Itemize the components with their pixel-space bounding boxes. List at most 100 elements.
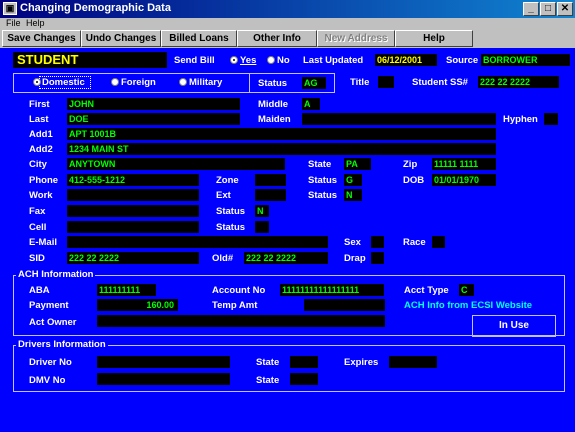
drivers-group [13, 345, 565, 392]
temp-amt-field[interactable] [304, 299, 385, 311]
add2-label: Add2 [29, 144, 53, 155]
fax-status-field[interactable]: N [255, 205, 269, 217]
address2-field[interactable]: 1234 MAIN ST [67, 143, 496, 155]
title-label: Title [350, 77, 370, 88]
temp-amt-label: Temp Amt [212, 300, 258, 311]
menu-help[interactable]: Help [26, 18, 45, 28]
cell-status-field[interactable] [255, 221, 269, 233]
city-field[interactable]: ANYTOWN [67, 158, 285, 170]
account-field[interactable]: 11111111111111111 [280, 284, 384, 296]
first-name-field[interactable]: JOHN [67, 98, 240, 110]
undo-changes-button[interactable]: Undo Changes [81, 30, 161, 47]
add1-label: Add1 [29, 129, 53, 140]
phone-status-field[interactable]: G [344, 174, 362, 186]
fax-field[interactable] [67, 205, 199, 217]
first-label: First [29, 99, 50, 110]
dmv-no-label: DMV No [29, 375, 66, 386]
save-changes-button[interactable]: Save Changes [2, 30, 81, 47]
expires-field[interactable] [389, 356, 437, 368]
phone-field[interactable]: 412-555-1212 [67, 174, 199, 186]
payment-field[interactable]: 160.00 [97, 299, 178, 311]
ach-ecsi-link[interactable]: ACH Info from ECSI Website [404, 300, 532, 311]
act-owner-label: Act Owner [29, 317, 77, 328]
ext-field[interactable] [255, 189, 286, 201]
driver-no-label: Driver No [29, 357, 72, 368]
in-use-indicator: In Use [472, 315, 556, 337]
new-address-button: New Address [317, 30, 395, 47]
city-label: City [29, 159, 47, 170]
work-phone-field[interactable] [67, 189, 199, 201]
middle-label: Middle [258, 99, 289, 110]
driver-no-field[interactable] [97, 356, 230, 368]
sid-label: SID [29, 253, 45, 264]
fax-status-label: Status [216, 206, 246, 217]
work-status-field[interactable]: N [344, 189, 362, 201]
drivers-title: Drivers Information [16, 339, 108, 350]
driver-state-field[interactable] [290, 356, 318, 368]
zone-label: Zone [216, 175, 239, 186]
dmv-state-label: State [256, 375, 280, 386]
dmv-state-field[interactable] [290, 373, 318, 385]
old-label: Old# [212, 253, 234, 264]
middle-field[interactable]: A [302, 98, 320, 110]
billed-loans-button[interactable]: Billed Loans [161, 30, 237, 47]
send-bill-yes-radio[interactable] [230, 56, 238, 64]
maiden-field[interactable] [302, 113, 496, 125]
help-button[interactable]: Help [395, 30, 473, 47]
zip-field[interactable]: 11111 1111 [432, 158, 496, 170]
dmv-no-field[interactable] [97, 373, 230, 385]
email-label: E-Mail [29, 237, 57, 248]
status-label: Status [258, 78, 288, 89]
dob-label: DOB [403, 175, 425, 186]
domestic-radio[interactable] [33, 78, 41, 86]
domestic-label[interactable]: Domestic [42, 77, 85, 88]
send-bill-yes-label[interactable]: Yes [240, 55, 256, 66]
old-field[interactable]: 222 22 2222 [244, 252, 328, 264]
aba-field[interactable]: 111111111 [97, 284, 156, 296]
ssn-field[interactable]: 222 22 2222 [478, 76, 559, 88]
cell-field[interactable] [67, 221, 199, 233]
fax-label: Fax [29, 206, 46, 217]
menu-file[interactable]: File [6, 18, 21, 28]
window-title: Changing Demographic Data [20, 2, 171, 14]
foreign-radio[interactable] [111, 78, 119, 86]
ext-label: Ext [216, 190, 231, 201]
title-field[interactable] [378, 76, 394, 88]
dob-field[interactable]: 01/01/1970 [432, 174, 496, 186]
race-field[interactable] [432, 236, 445, 248]
foreign-label[interactable]: Foreign [121, 77, 156, 88]
address1-field[interactable]: APT 1001B [67, 128, 496, 140]
sid-field[interactable]: 222 22 2222 [67, 252, 199, 264]
expires-label: Expires [344, 357, 379, 368]
drap-field[interactable] [371, 252, 384, 264]
email-field[interactable] [67, 236, 328, 248]
last-label: Last [29, 114, 49, 125]
military-label[interactable]: Military [189, 77, 222, 88]
hyphen-label: Hyphen [503, 114, 538, 125]
send-bill-no-radio[interactable] [267, 56, 275, 64]
zone-field[interactable] [255, 174, 286, 186]
hyphen-field[interactable] [544, 113, 558, 125]
act-owner-field[interactable] [97, 315, 385, 327]
last-name-field[interactable]: DOE [67, 113, 240, 125]
maximize-button[interactable]: □ [540, 2, 556, 16]
close-button[interactable]: ✕ [557, 2, 573, 16]
minimize-button[interactable]: _ [523, 2, 539, 16]
other-info-button[interactable]: Other Info [237, 30, 317, 47]
state-field[interactable]: PA [344, 158, 371, 170]
aba-label: ABA [29, 285, 50, 296]
send-bill-label: Send Bill [174, 55, 215, 66]
last-updated-label: Last Updated [303, 55, 364, 66]
source-label: Source [446, 55, 479, 66]
sex-label: Sex [344, 237, 361, 248]
payment-label: Payment [29, 300, 69, 311]
military-radio[interactable] [179, 78, 187, 86]
acct-type-field[interactable]: C [459, 284, 474, 296]
cell-status-label: Status [216, 222, 246, 233]
address-status-field[interactable]: AG [302, 77, 326, 89]
sex-field[interactable] [371, 236, 384, 248]
work-label: Work [29, 190, 53, 201]
send-bill-no-label[interactable]: No [277, 55, 290, 66]
cell-label: Cell [29, 222, 47, 233]
divider [249, 73, 250, 93]
